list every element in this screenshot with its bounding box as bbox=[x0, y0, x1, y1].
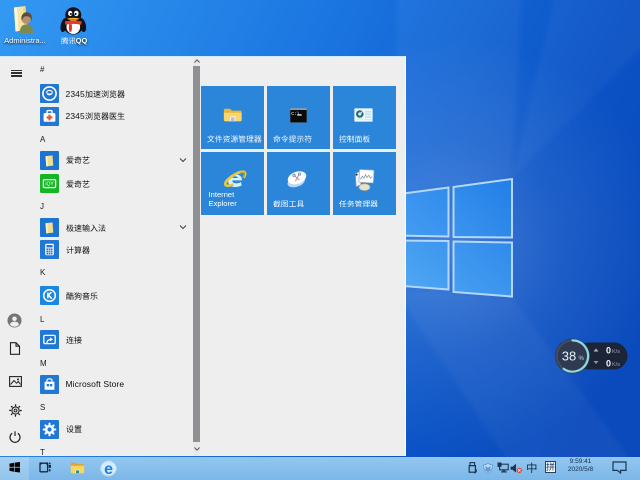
svg-text:iQY: iQY bbox=[45, 182, 54, 188]
svg-text:38: 38 bbox=[562, 349, 576, 364]
svg-text:0: 0 bbox=[606, 359, 611, 369]
svg-text:0: 0 bbox=[606, 346, 611, 356]
svg-text:K/s: K/s bbox=[612, 362, 620, 368]
svg-text:e: e bbox=[104, 461, 113, 477]
svg-text:C:\: C:\ bbox=[291, 111, 300, 117]
svg-text:%: % bbox=[579, 356, 585, 362]
svg-text:K/s: K/s bbox=[612, 349, 620, 355]
